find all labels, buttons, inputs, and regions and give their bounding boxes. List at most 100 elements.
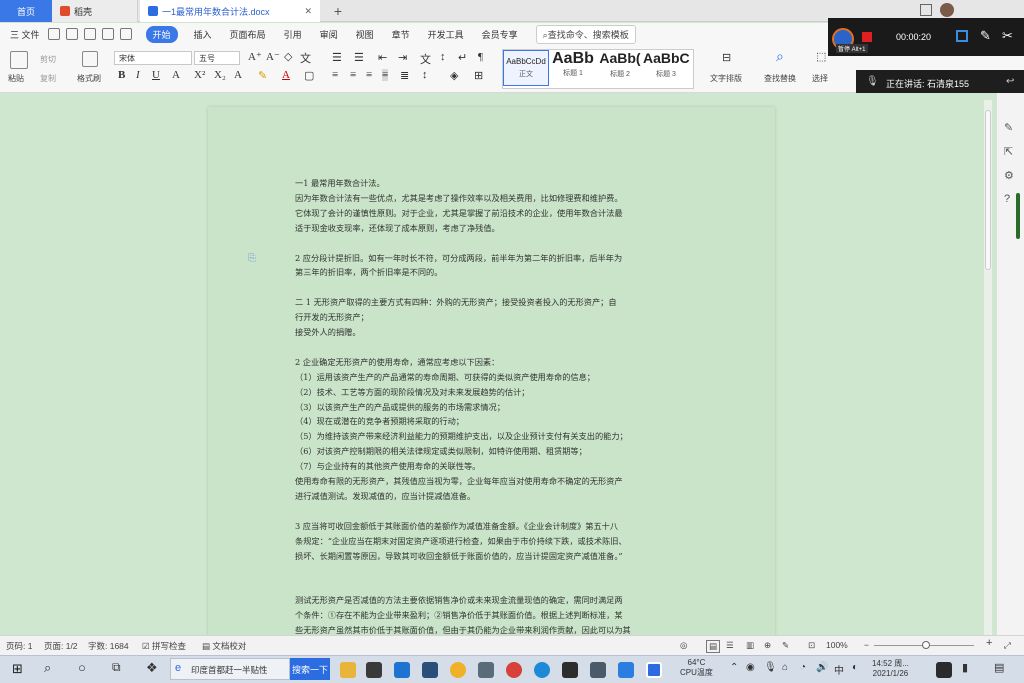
- menu-insert[interactable]: 插入: [194, 28, 212, 41]
- file-explorer-icon[interactable]: [340, 662, 356, 678]
- text-layout-icon[interactable]: ⊟: [722, 51, 731, 64]
- stop-recording-button[interactable]: [862, 32, 872, 42]
- document-line[interactable]: 接受外人的捐赠。: [295, 327, 715, 338]
- tray-chevron-icon[interactable]: ⌃: [730, 662, 738, 673]
- task-view-icon[interactable]: ⧉: [112, 660, 121, 675]
- pen-icon[interactable]: ✎: [980, 28, 991, 44]
- char-border-icon[interactable]: ▢: [304, 69, 314, 82]
- menu-review[interactable]: 审阅: [320, 28, 338, 41]
- underline-icon[interactable]: U: [152, 69, 160, 81]
- menu-reference[interactable]: 引用: [284, 28, 302, 41]
- back-icon[interactable]: ↩: [1006, 76, 1014, 87]
- find-replace-icon[interactable]: ⌕: [776, 50, 784, 66]
- document-line[interactable]: 进行减值测试。发现减值的，应当计提减值准备。: [295, 491, 715, 502]
- justify-icon[interactable]: ≡: [382, 69, 389, 81]
- cortana-icon[interactable]: ○: [78, 660, 86, 675]
- document-line[interactable]: 2 应分段计提折旧。如有一年时长不符，可分成两段，前半年为第二年的折旧率，后半年…: [295, 253, 715, 264]
- style-heading-1[interactable]: AaBb 标题 1: [550, 50, 596, 86]
- italic-icon[interactable]: I: [136, 69, 140, 81]
- web-view-icon[interactable]: ⊕: [764, 640, 771, 651]
- eye-protect-icon[interactable]: ◎: [680, 640, 687, 651]
- proofread-button[interactable]: ▤ 文档校对: [202, 640, 246, 652]
- align-left-icon[interactable]: ≡: [332, 69, 338, 81]
- paste-icon[interactable]: [10, 51, 28, 69]
- windows-start-icon[interactable]: ⊞: [12, 661, 23, 677]
- document-line[interactable]: 它体现了会计的谨慎性原则。对于企业，尤其是掌握了前沿技术的企业，使用年数合计法最: [295, 208, 715, 219]
- chrome-icon[interactable]: [506, 662, 522, 678]
- notification-icon[interactable]: ▤: [994, 661, 1004, 674]
- document-line[interactable]: （4）现在或潜在的竞争者预期将采取的行动；: [295, 416, 715, 427]
- bullet-list-icon[interactable]: ☰: [332, 51, 342, 64]
- sort-icon[interactable]: ↕: [440, 51, 446, 63]
- subscript-icon[interactable]: X₂: [214, 69, 226, 81]
- indent-icon[interactable]: ⇥: [398, 51, 407, 64]
- format-painter-label[interactable]: 格式刷: [77, 73, 101, 84]
- document-line[interactable]: 第三年的折旧率，两个折旧率是不同的。: [295, 267, 715, 278]
- ime-icon[interactable]: 中: [834, 662, 844, 677]
- select-icon[interactable]: ⬚: [816, 50, 826, 63]
- command-search[interactable]: ⌕查找命令、搜索模板: [535, 24, 636, 44]
- document-line[interactable]: （3）以该资产生产的产品或提供的服务的市场需求情况；: [295, 402, 715, 413]
- mail-icon[interactable]: [394, 662, 410, 678]
- tab-home[interactable]: 首页: [0, 0, 52, 22]
- document-line[interactable]: 3 应当将可收回金额低于其账面价值的差额作为减值准备金额。《企业会计制度》第五十…: [295, 521, 715, 532]
- document-line[interactable]: 使用寿命有限的无形资产，其残值应当视为零，企业每年应当对使用寿命不确定的无形资产: [295, 476, 715, 487]
- security-icon[interactable]: ◐: [852, 662, 858, 673]
- show-marks-icon[interactable]: ↵: [458, 51, 467, 64]
- text-layout-button[interactable]: 文字排版: [710, 73, 742, 84]
- tray-mic-icon[interactable]: 🎙: [764, 662, 777, 673]
- document-line[interactable]: 因为年数合计法有一些优点，尤其是考虑了操作效率以及相关费用，比如修理费和维护费。: [295, 193, 715, 204]
- document-line[interactable]: 2 企业确定无形资产的使用寿命，通常应考虑以下因素：: [295, 357, 715, 368]
- cut-button[interactable]: 剪切: [40, 54, 56, 65]
- document-line[interactable]: （2）技术、工艺等方面的现阶段情况及对未来发展趋势的估计；: [295, 387, 715, 398]
- video-app-icon[interactable]: [422, 662, 438, 678]
- notes-icon[interactable]: ▮: [962, 661, 968, 674]
- bold-icon[interactable]: B: [118, 69, 125, 81]
- style-normal[interactable]: AaBbCcDd 正文: [503, 50, 549, 86]
- edge-icon[interactable]: [534, 662, 550, 678]
- edit-pen-icon[interactable]: ✎: [1004, 121, 1013, 134]
- zoom-in-button[interactable]: +: [986, 637, 992, 649]
- tray-app-icon[interactable]: ◉: [746, 662, 755, 673]
- shading-icon[interactable]: ◈: [450, 69, 458, 82]
- menu-page-layout[interactable]: 页面布局: [230, 28, 266, 41]
- settings-sliders-icon[interactable]: ⚙: [1004, 169, 1014, 182]
- line-spacing-icon[interactable]: ↕: [422, 69, 428, 81]
- zoom-level[interactable]: 100%: [826, 640, 848, 650]
- shrink-font-icon[interactable]: A⁻: [266, 50, 280, 63]
- phonetic-icon[interactable]: 文: [300, 50, 311, 66]
- distributed-icon[interactable]: ≣: [400, 69, 409, 82]
- tray-app-2-icon[interactable]: [936, 662, 952, 678]
- numbered-list-icon[interactable]: ☰: [354, 51, 364, 64]
- tab-document[interactable]: 一1最常用年数合计法.docx ✕: [140, 0, 320, 22]
- system-clock[interactable]: 14:52 周... 2021/1/26: [872, 659, 909, 679]
- wps-writer-icon[interactable]: [646, 662, 662, 678]
- document-line[interactable]: 条规定：“企业应当在期末对固定资产逐项进行检查，如果由于市价持续下跌，或技术陈旧…: [295, 536, 715, 547]
- paragraph-handle-icon[interactable]: ⎘: [248, 253, 256, 264]
- pointer-icon[interactable]: ⇱: [1004, 145, 1013, 158]
- photo-app-icon[interactable]: [478, 662, 494, 678]
- border-icon[interactable]: ⊞: [474, 69, 483, 82]
- tab-daoke[interactable]: 稻壳: [52, 0, 138, 22]
- document-line[interactable]: （7）与企业持有的其他资产使用寿命的关联性等。: [295, 461, 715, 472]
- paragraph-icon[interactable]: ¶: [478, 51, 483, 63]
- cpu-temp-widget[interactable]: 64°C CPU温度: [680, 658, 713, 678]
- strikethrough-icon[interactable]: A: [172, 69, 180, 81]
- page-view-icon[interactable]: ▤: [706, 640, 721, 653]
- select-button[interactable]: 选择: [812, 73, 828, 84]
- format-painter-icon[interactable]: [82, 51, 98, 67]
- align-center-icon[interactable]: ≡: [350, 69, 356, 81]
- menu-view[interactable]: 视图: [356, 28, 374, 41]
- clear-format-icon[interactable]: ◇: [284, 50, 292, 63]
- font-color-icon[interactable]: A: [282, 69, 290, 81]
- read-view-icon[interactable]: ▥: [746, 640, 754, 651]
- document-line[interactable]: 适于现金收支现率，还体现了成本原则，考虑了净残值。: [295, 223, 715, 234]
- word-count[interactable]: 字数: 1684: [88, 640, 129, 652]
- volume-icon[interactable]: 🔊: [816, 662, 828, 673]
- avatar[interactable]: [940, 3, 954, 17]
- camera-icon[interactable]: [956, 30, 968, 42]
- document-line[interactable]: 测试无形资产是否减值的方法主要依据销售净价或未来现金流量现值的确定，需同时满足两: [295, 595, 715, 606]
- superscript-icon[interactable]: X²: [194, 69, 205, 81]
- document-line[interactable]: （1）运用该资产生产的产品通常的寿命周期、可获得的类似资产使用寿命的信息；: [295, 372, 715, 383]
- document-line[interactable]: 个条件：①存在不能为企业带来盈利；②销售净价低于其账面价值。根据上述判断标准，某: [295, 610, 715, 621]
